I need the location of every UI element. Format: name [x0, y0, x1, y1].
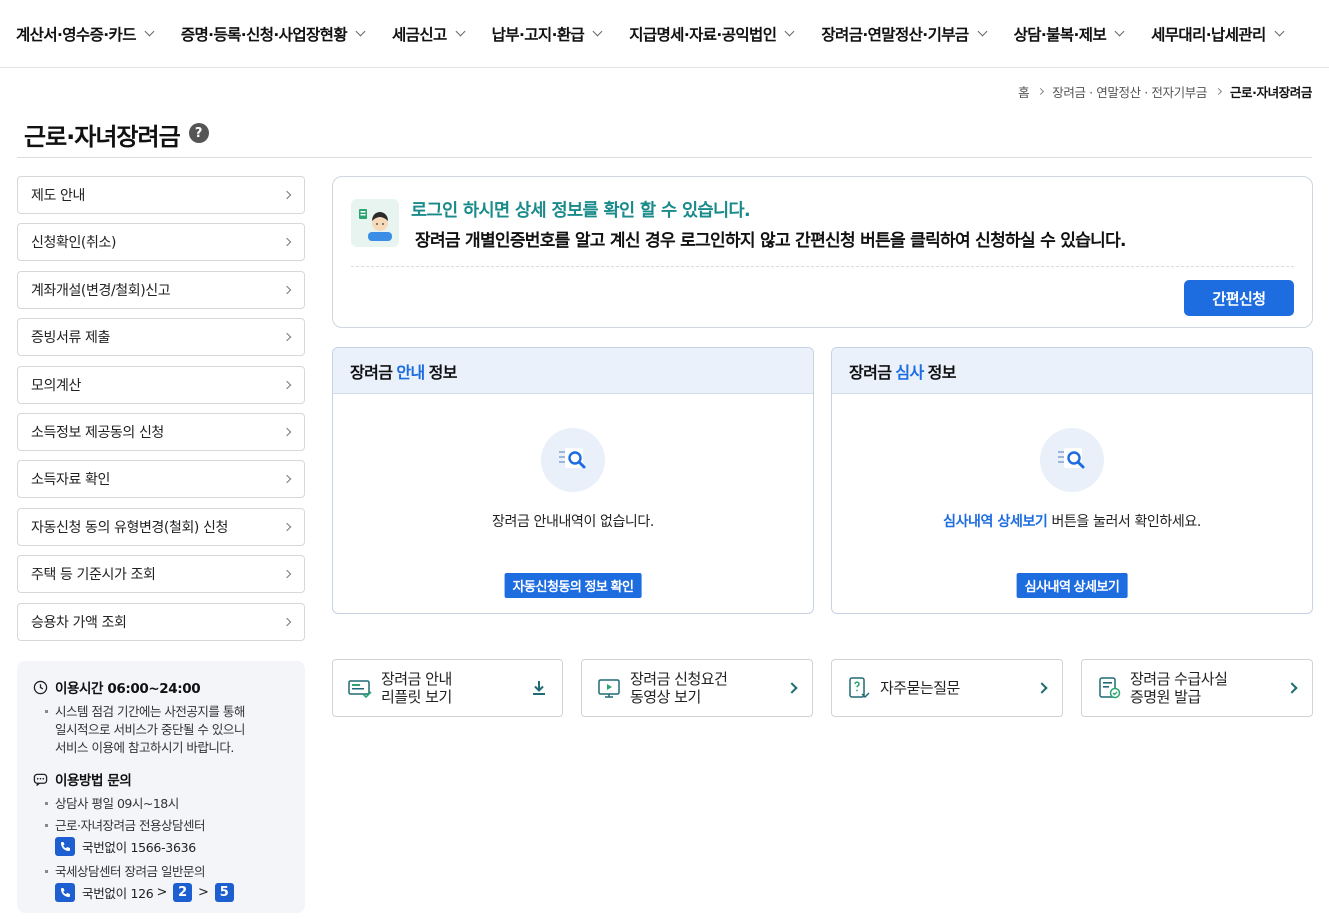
chevron-down-icon	[1114, 26, 1125, 37]
arrow-separator: >	[156, 885, 168, 900]
review-detail-button[interactable]: 심사내역 상세보기	[1016, 573, 1128, 598]
phone-dedicated: 국번없이 1566-3636	[33, 837, 289, 856]
quick-video[interactable]: 장려금 신청요건 동영상 보기	[581, 659, 813, 717]
nav-item-consulting[interactable]: 상담·불복·제보	[1014, 23, 1125, 45]
page-title: 근로·자녀장려금	[24, 123, 181, 151]
certificate-icon	[1099, 677, 1121, 699]
breadcrumb-level1[interactable]: 장려금 · 연말정산 · 전자기부금	[1052, 82, 1207, 101]
chevron-right-icon	[1037, 87, 1045, 96]
simple-apply-button[interactable]: 간편신청	[1184, 280, 1294, 316]
chevron-right-icon	[786, 682, 798, 694]
side-item-auto-consent[interactable]: 자동신청 동의 유형변경(철회) 신청	[17, 507, 305, 546]
side-item-simulation[interactable]: 모의계산	[17, 365, 305, 404]
general-center: 국세상담센터 장려금 일반문의	[33, 863, 289, 881]
clock-icon	[33, 680, 48, 694]
service-info-box: 이용시간 06:00~24:00 시스템 점검 기간에는 사전공지를 통해 일시…	[17, 661, 305, 913]
quick-faq[interactable]: 자주묻는질문	[831, 659, 1063, 717]
auto-consent-info-button[interactable]: 자동신청동의 정보 확인	[504, 573, 642, 598]
menu-step-box: 2	[173, 883, 193, 902]
inquiry-heading: 이용방법 문의	[33, 769, 289, 789]
dedicated-center: 근로·자녀장려금 전용상담센터	[33, 817, 289, 835]
arrow-separator: >	[198, 885, 209, 900]
chevron-right-icon	[1286, 682, 1298, 694]
notice-divider	[351, 266, 1294, 267]
nav-item-payment[interactable]: 납부·고지·환급	[492, 23, 603, 45]
guide-empty-message: 장려금 안내내역이 없습니다.	[492, 514, 654, 530]
login-person-icon	[351, 199, 399, 247]
chevron-right-icon	[282, 569, 292, 579]
phone-icon	[55, 883, 75, 902]
panel-heading: 장려금 심사 정보	[832, 348, 1312, 394]
help-icon[interactable]: ?	[188, 123, 209, 143]
video-icon	[598, 679, 620, 698]
notice-description: 장려금 개별인증번호를 알고 계신 경우 로그인하지 않고 간편신청 버튼을 클…	[415, 231, 1127, 251]
side-item-housing-price[interactable]: 주택 등 기준시가 조회	[17, 555, 305, 594]
hours-desc-cont: 일시적으로 서비스가 중단될 수 있으니	[55, 722, 245, 737]
menu-step-box: 5	[214, 883, 234, 902]
chevron-down-icon	[977, 26, 988, 37]
chevron-right-icon	[282, 190, 292, 200]
nav-item-certificates[interactable]: 증명·등록·신청·사업장현황	[181, 23, 366, 45]
chevron-right-icon	[282, 332, 292, 342]
leaflet-icon	[348, 680, 372, 699]
chevron-down-icon	[592, 26, 603, 37]
breadcrumb-home[interactable]: 홈	[1018, 82, 1030, 101]
side-item-car-value[interactable]: 승용차 가액 조회	[17, 602, 305, 641]
chevron-down-icon	[355, 26, 366, 37]
chevron-down-icon	[784, 26, 795, 37]
download-icon	[533, 681, 545, 695]
login-notice: 로그인 하시면 상세 정보를 확인 할 수 있습니다. 장려금 개별인증번호를 …	[332, 176, 1313, 328]
side-item-application-check[interactable]: 신청확인(취소)	[17, 223, 305, 262]
chevron-right-icon	[282, 285, 292, 295]
chevron-right-icon	[282, 427, 292, 437]
incentive-guide-panel: 장려금 안내 정보 장려금 안내내역이 없습니다. 자동신청동의 정보 확인	[332, 347, 814, 614]
side-item-account[interactable]: 계좌개설(변경/철회)신고	[17, 270, 305, 309]
nav-item-incentives[interactable]: 장려금·연말정산·기부금	[821, 23, 988, 45]
chevron-right-icon	[1036, 682, 1048, 694]
chat-icon	[33, 773, 48, 786]
review-message: 심사내역 상세보기 버튼을 눌러서 확인하세요.	[943, 514, 1201, 530]
hours-desc-cont2: 서비스 이용에 참고하시기 바랍니다.	[55, 740, 234, 755]
breadcrumb-current: 근로·자녀장려금	[1229, 85, 1312, 100]
incentive-review-panel: 장려금 심사 정보 심사내역 상세보기 버튼을 눌러서 확인하세요. 심사내역 …	[831, 347, 1313, 614]
top-navigation: 계산서·영수증·카드 증명·등록·신청·사업장현황 세금신고 납부·고지·환급 …	[0, 0, 1329, 68]
quick-leaflet[interactable]: 장려금 안내 리플릿 보기	[332, 659, 563, 717]
hours-desc: 시스템 점검 기간에는 사전공지를 통해	[33, 703, 289, 721]
chevron-right-icon	[282, 522, 292, 531]
hours-heading: 이용시간 06:00~24:00	[33, 677, 289, 697]
side-item-documents[interactable]: 증빙서류 제출	[17, 318, 305, 357]
side-menu: 제도 안내 신청확인(취소) 계좌개설(변경/철회)신고 증빙서류 제출 모의계…	[17, 176, 305, 650]
notice-title: 로그인 하시면 상세 정보를 확인 할 수 있습니다.	[411, 201, 751, 221]
chevron-down-icon	[455, 26, 466, 37]
nav-item-tax-agent[interactable]: 세무대리·납세관리	[1151, 23, 1285, 45]
chevron-right-icon	[282, 238, 292, 247]
page-title-row: 근로·자녀장려금 ?	[17, 112, 1312, 158]
phone-general: 국번없이 126 > 2 > 5	[33, 883, 289, 902]
chevron-down-icon	[1274, 26, 1285, 37]
nav-item-receipts[interactable]: 계산서·영수증·카드	[16, 23, 155, 45]
counselor-hours: 상담사 평일 09시~18시	[33, 795, 289, 813]
phone-icon	[55, 837, 75, 856]
chevron-right-icon	[1214, 87, 1222, 96]
nav-item-tax-filing[interactable]: 세금신고	[392, 23, 466, 45]
nav-item-statements[interactable]: 지급명세·자료·공익법인	[629, 23, 795, 45]
search-document-icon	[1040, 428, 1104, 492]
chevron-right-icon	[282, 617, 292, 626]
search-document-icon	[541, 428, 605, 492]
breadcrumb: 홈 장려금 · 연말정산 · 전자기부금 근로·자녀장려금	[1018, 82, 1312, 101]
quick-certificate[interactable]: 장려금 수급사실 증명원 발급	[1081, 659, 1313, 717]
panel-heading: 장려금 안내 정보	[333, 348, 813, 394]
chevron-right-icon	[282, 380, 292, 389]
side-item-income-consent[interactable]: 소득정보 제공동의 신청	[17, 412, 305, 451]
chevron-down-icon	[144, 26, 155, 37]
side-item-system-guide[interactable]: 제도 안내	[17, 176, 305, 214]
chevron-right-icon	[282, 475, 292, 484]
side-item-income-data[interactable]: 소득자료 확인	[17, 460, 305, 499]
faq-icon	[849, 677, 870, 699]
